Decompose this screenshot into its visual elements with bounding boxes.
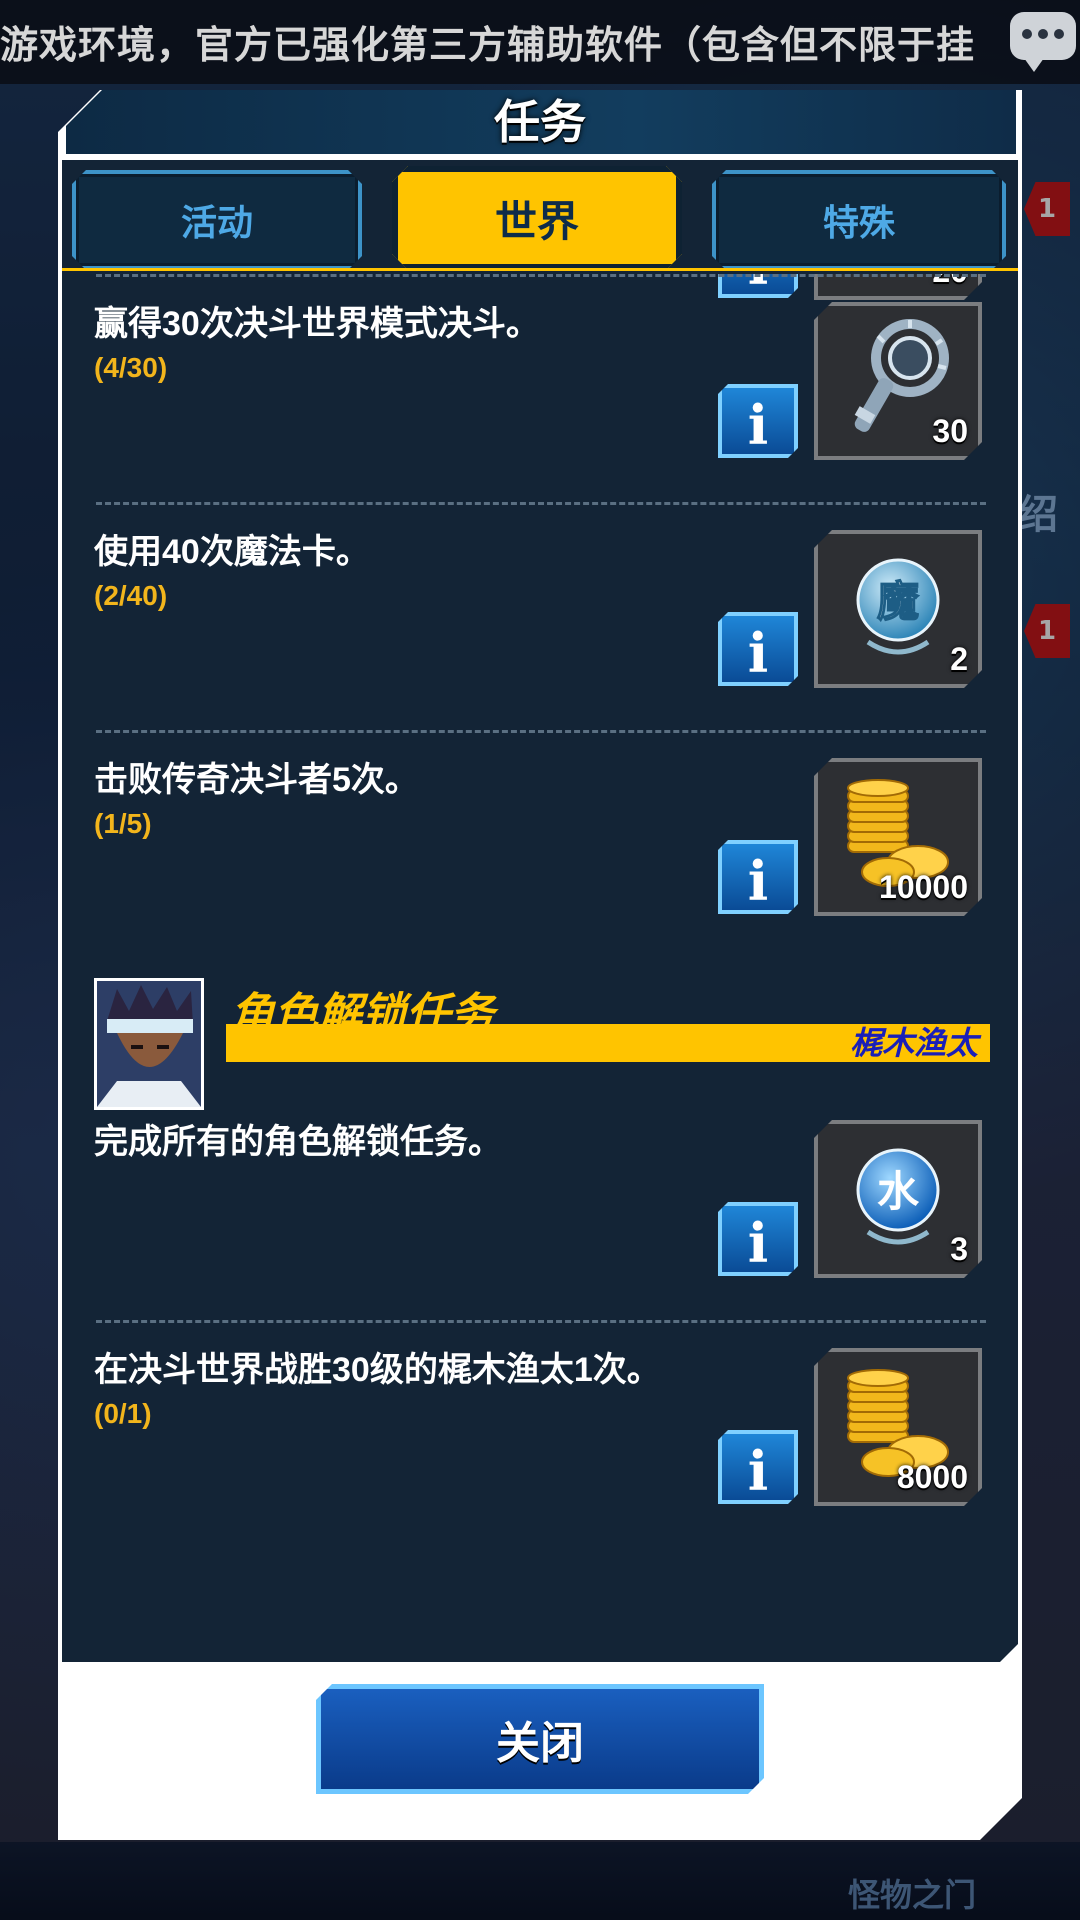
mission-tabs: 活动 世界 特殊 xyxy=(62,160,1018,270)
orb-char: 水 xyxy=(877,1167,920,1216)
chat-icon[interactable] xyxy=(1010,12,1076,72)
task-description: 击败传奇决斗者5次。 xyxy=(94,761,419,799)
task-progress: (4/30) xyxy=(94,352,168,383)
mission-dialog: 任务 活动 世界 特殊 i 20 赢 xyxy=(58,90,1022,1840)
divider xyxy=(96,274,986,277)
tab-underline xyxy=(62,268,1018,271)
divider xyxy=(96,502,986,505)
task-progress: (2/40) xyxy=(94,580,168,611)
character-portrait[interactable] xyxy=(94,978,204,1110)
task-description: 使用40次魔法卡。 xyxy=(94,533,370,571)
info-button[interactable]: i xyxy=(718,1430,798,1504)
character-avatar-icon xyxy=(97,981,201,1107)
character-name-bar: 梶木渔太 xyxy=(226,1024,990,1062)
tab-special[interactable]: 特殊 xyxy=(712,170,1006,270)
reward-box[interactable]: 8000 xyxy=(814,1348,982,1506)
tab-event-label: 活动 xyxy=(72,170,362,270)
task-row: 在决斗世界战胜30级的梶木渔太1次。 (0/1) i 8000 xyxy=(62,1320,1018,1548)
task-description: 完成所有的角色解锁任务。 xyxy=(94,1123,502,1161)
task-description: 赢得30次决斗世界模式决斗。 xyxy=(94,305,540,343)
reward-count: 8000 xyxy=(896,1459,968,1495)
info-button[interactable]: i xyxy=(718,1202,798,1276)
task-progress: (0/1) xyxy=(94,1398,152,1429)
reward-count: 30 xyxy=(932,413,968,449)
character-unlock-header: 角色解锁任务 梶木渔太 xyxy=(62,978,1018,1108)
reward-count: 10000 xyxy=(879,869,968,905)
character-name: 梶木渔太 xyxy=(849,1025,978,1061)
task-row: 完成所有的角色解锁任务。 i 水 3 xyxy=(62,1114,1018,1342)
task-row: 击败传奇决斗者5次。 (1/5) i 10000 xyxy=(62,730,1018,958)
tab-world-label: 世界 xyxy=(392,166,682,270)
divider xyxy=(96,730,986,733)
tab-special-label: 特殊 xyxy=(712,170,1006,270)
tab-world[interactable]: 世界 xyxy=(392,166,682,270)
task-row: 使用40次魔法卡。 (2/40) i 魔 2 xyxy=(62,502,1018,730)
task-row: 赢得30次决斗世界模式决斗。 (4/30) i 30 xyxy=(62,274,1018,502)
tab-event[interactable]: 活动 xyxy=(72,170,362,270)
reward-count: 3 xyxy=(950,1231,968,1267)
dialog-body: 活动 世界 特殊 i 20 赢得30次决斗世界模式决斗。 (4/30 xyxy=(62,160,1018,1662)
info-button[interactable]: i xyxy=(718,384,798,458)
reward-box[interactable]: 魔 2 xyxy=(814,530,982,688)
reward-box[interactable]: 10000 xyxy=(814,758,982,916)
marquee-text: 游戏环境，官方已强化第三方辅助软件（包含但不限于挂 xyxy=(0,25,976,67)
reward-box[interactable]: 水 3 xyxy=(814,1120,982,1278)
close-button[interactable]: 关闭 xyxy=(316,1684,764,1794)
divider xyxy=(96,1320,986,1323)
task-progress: (1/5) xyxy=(94,808,152,839)
task-description: 在决斗世界战胜30级的梶木渔太1次。 xyxy=(94,1351,661,1389)
reward-count: 2 xyxy=(950,641,968,677)
orb-char: 魔 xyxy=(877,577,919,626)
dialog-title: 任务 xyxy=(494,96,586,148)
announcement-marquee: 游戏环境，官方已强化第三方辅助软件（包含但不限于挂 xyxy=(0,0,1080,84)
task-list[interactable]: i 20 赢得30次决斗世界模式决斗。 (4/30) i xyxy=(62,274,1018,1654)
info-button[interactable]: i xyxy=(718,840,798,914)
info-button[interactable]: i xyxy=(718,612,798,686)
reward-box[interactable]: 30 xyxy=(814,302,982,460)
